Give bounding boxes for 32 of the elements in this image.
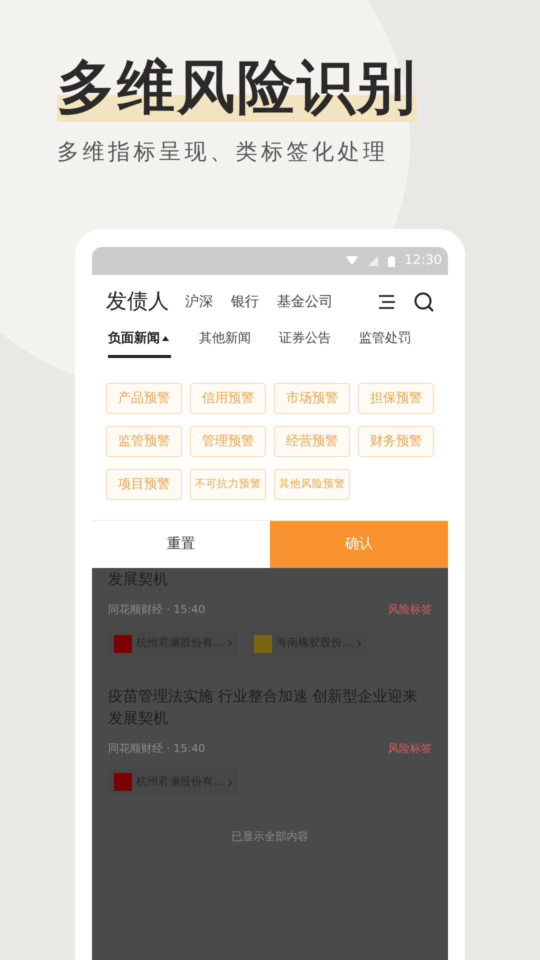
- news-tab[interactable]: 监管处罚: [359, 329, 411, 358]
- caret-icon: [162, 336, 169, 342]
- page-title: 发债人: [106, 288, 169, 316]
- warning-tag[interactable]: 担保预警: [358, 383, 434, 414]
- hero-subtitle: 多维指标呈现、类标签化处理: [57, 139, 388, 167]
- warning-tag[interactable]: 市场预警: [274, 383, 350, 414]
- risk-label: 风险标签: [388, 740, 432, 756]
- news-tab[interactable]: 其他新闻: [199, 329, 251, 358]
- warning-tag[interactable]: 不可抗力预警: [190, 469, 266, 500]
- channel-tab[interactable]: 沪深: [185, 292, 213, 312]
- risk-label: 风险标签: [388, 602, 432, 618]
- search-icon[interactable]: [414, 292, 434, 312]
- news-tab[interactable]: 负面新闻: [108, 329, 171, 358]
- channel-tab[interactable]: 基金公司: [277, 292, 333, 312]
- news-source: 同花顺财经 · 15:40: [108, 602, 206, 618]
- warning-tag[interactable]: 监管预警: [106, 426, 182, 457]
- warning-tag[interactable]: 经营预警: [274, 426, 350, 457]
- warning-tag[interactable]: 财务预警: [358, 426, 434, 457]
- confirm-button[interactable]: 确认: [270, 521, 448, 568]
- signal-icon: [368, 256, 378, 266]
- battery-icon: [388, 256, 395, 266]
- warning-tag[interactable]: 项目预警: [106, 469, 182, 500]
- end-of-list-text: 已显示全部内容: [230, 829, 310, 845]
- warning-tag[interactable]: 产品预警: [106, 383, 182, 414]
- news-source: 同花顺财经 · 15:40: [108, 740, 206, 756]
- news-tab[interactable]: 证券公告: [279, 329, 331, 358]
- channel-tab[interactable]: 银行: [231, 292, 259, 312]
- warning-tag[interactable]: 信用预警: [190, 383, 266, 414]
- warning-tag[interactable]: 其他风险预警: [274, 469, 350, 500]
- warning-tag[interactable]: 管理预警: [190, 426, 266, 457]
- menu-icon[interactable]: [378, 294, 396, 310]
- wifi-icon: [346, 256, 358, 266]
